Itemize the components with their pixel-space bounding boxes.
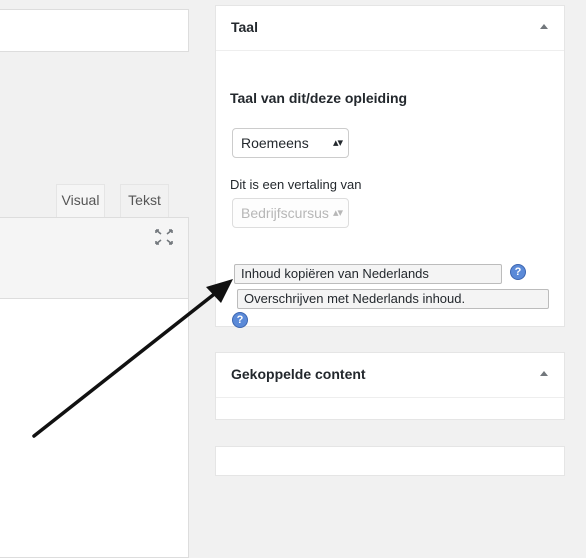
annotation-arrow-icon [32,279,233,438]
